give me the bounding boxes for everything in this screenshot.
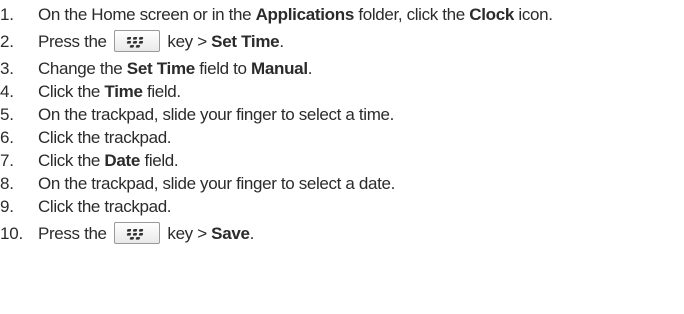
text-fragment: Click the bbox=[38, 82, 105, 101]
step-text: Click the trackpad. bbox=[38, 126, 172, 149]
bold-term: Applications bbox=[255, 5, 355, 24]
bold-term: Time bbox=[104, 82, 143, 101]
text-fragment: Click the bbox=[38, 151, 105, 170]
text-fragment: Change the bbox=[38, 59, 127, 78]
step-text: Click the trackpad. bbox=[38, 195, 172, 218]
step-6: 6. Click the trackpad. bbox=[0, 126, 684, 149]
text-fragment: On the Home screen or in the bbox=[38, 5, 256, 24]
menu-key-icon bbox=[114, 222, 161, 245]
step-3: 3. Change the Set Time field to Manual. bbox=[0, 57, 684, 80]
steps-list: 1. On the Home screen or in the Applicat… bbox=[0, 3, 684, 249]
step-number: 1. bbox=[0, 5, 14, 24]
step-number: 10. bbox=[0, 224, 24, 243]
step-text: Press the key > Set Time. bbox=[38, 26, 284, 57]
step-9: 9. Click the trackpad. bbox=[0, 195, 684, 218]
text-fragment: Press the bbox=[38, 224, 112, 243]
step-number: 5. bbox=[0, 105, 14, 124]
bold-term: Set Time bbox=[211, 32, 280, 51]
text-fragment: Click the trackpad. bbox=[38, 197, 172, 216]
step-text: Change the Set Time field to Manual. bbox=[38, 57, 313, 80]
bold-term: Clock bbox=[469, 5, 515, 24]
step-number: 3. bbox=[0, 59, 14, 78]
text-fragment: On the trackpad, slide your finger to se… bbox=[38, 105, 394, 124]
text-fragment: . bbox=[307, 59, 313, 78]
step-8: 8. On the trackpad, slide your finger to… bbox=[0, 172, 684, 195]
step-7: 7. Click the Date field. bbox=[0, 149, 684, 172]
step-number: 7. bbox=[0, 151, 14, 170]
step-4: 4. Click the Time field. bbox=[0, 80, 684, 103]
step-10: 10. Press the key > Save. bbox=[0, 218, 684, 249]
step-5: 5. On the trackpad, slide your finger to… bbox=[0, 103, 684, 126]
bold-term: Manual bbox=[250, 59, 308, 78]
step-number: 6. bbox=[0, 128, 14, 147]
text-fragment: Press the bbox=[38, 32, 112, 51]
step-number: 4. bbox=[0, 82, 14, 101]
text-fragment: folder, click the bbox=[354, 5, 470, 24]
text-fragment: field. bbox=[140, 151, 179, 170]
step-text: On the trackpad, slide your finger to se… bbox=[38, 172, 395, 195]
bold-term: Set Time bbox=[126, 59, 195, 78]
text-fragment: Click the trackpad. bbox=[38, 128, 172, 147]
text-fragment: icon. bbox=[514, 5, 553, 24]
bold-term: Save bbox=[211, 224, 250, 243]
step-number: 2. bbox=[0, 32, 14, 51]
step-text: Click the Time field. bbox=[38, 80, 181, 103]
step-1: 1. On the Home screen or in the Applicat… bbox=[0, 3, 684, 26]
menu-key-icon bbox=[114, 30, 161, 53]
text-fragment: field. bbox=[142, 82, 181, 101]
text-fragment: key > bbox=[163, 224, 212, 243]
step-number: 8. bbox=[0, 174, 14, 193]
step-number: 9. bbox=[0, 197, 14, 216]
instructions-document: 1. On the Home screen or in the Applicat… bbox=[0, 0, 684, 314]
step-text: Press the key > Save. bbox=[38, 218, 254, 249]
text-fragment: . bbox=[279, 32, 284, 51]
text-fragment: key > bbox=[163, 32, 212, 51]
step-text: Click the Date field. bbox=[38, 149, 179, 172]
bold-term: Date bbox=[104, 151, 141, 170]
text-fragment: field to bbox=[194, 59, 251, 78]
text-fragment: On the trackpad, slide your finger to se… bbox=[38, 174, 395, 193]
step-text: On the Home screen or in the Application… bbox=[38, 3, 553, 26]
step-text: On the trackpad, slide your finger to se… bbox=[38, 103, 394, 126]
text-fragment: . bbox=[249, 224, 255, 243]
step-2: 2. Press the key > Set Time. bbox=[0, 26, 684, 57]
